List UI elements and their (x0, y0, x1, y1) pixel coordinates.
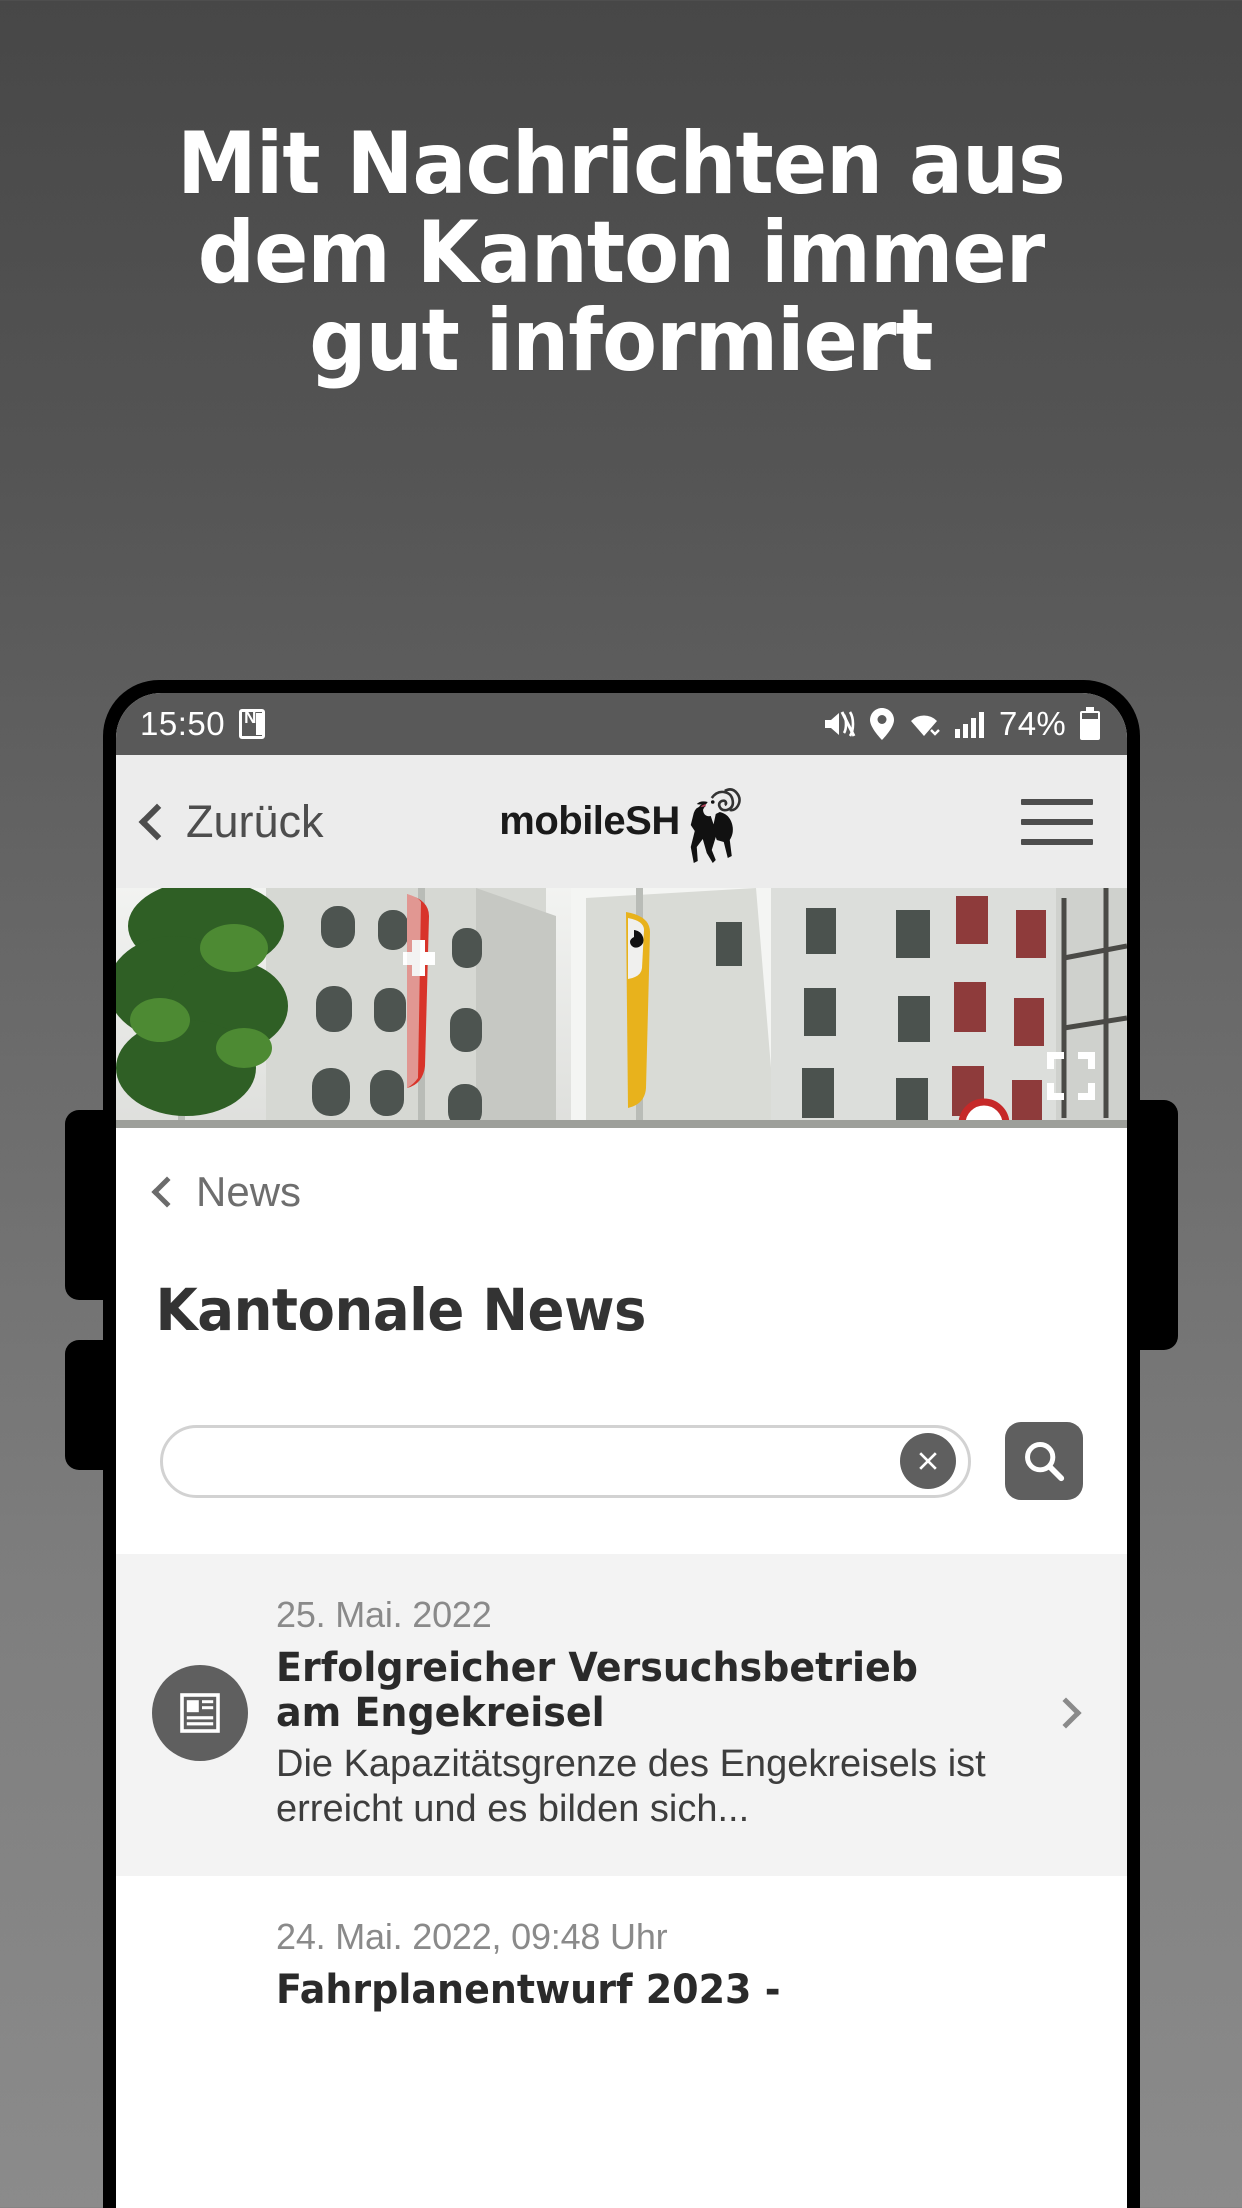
phone-screen: 15:50 N 74% Zurück mobileSH News Kantona… (116, 693, 1127, 2208)
hamburger-menu-icon[interactable] (1021, 798, 1093, 845)
search-field[interactable] (160, 1424, 971, 1498)
news-item-date: 25. Mai. 2022 (276, 1594, 492, 1635)
promo-line-3: gut informiert (309, 291, 933, 392)
status-bar: 15:50 N 74% (116, 693, 1127, 755)
promo-line-2: dem Kanton immer (197, 202, 1045, 303)
news-list-item[interactable]: 24. Mai. 2022, 09:48 Uhr Fahrplanentwurf… (116, 1876, 1127, 2064)
header-back-button[interactable]: Zurück (138, 795, 324, 848)
news-item-title: Erfolgreicher Versuchsbetrieb am Engekre… (276, 1645, 919, 1737)
search-icon (1025, 1442, 1065, 1482)
news-item-title: Fahrplanentwurf 2023 - (276, 1967, 781, 2014)
news-item-excerpt: Die Kapazitätsgrenze des Engekreisels is… (276, 1743, 986, 1831)
newspaper-glyph (180, 1693, 220, 1733)
breadcrumb-label: News (196, 1168, 302, 1215)
news-item-body: 25. Mai. 2022 Erfolgreicher Versuchsbetr… (276, 1594, 1029, 1832)
schaffhausen-ram-icon (690, 787, 741, 863)
brand-text: mobileSH (499, 799, 680, 843)
search-button[interactable] (1005, 1422, 1083, 1500)
news-item-date: 24. Mai. 2022, 09:48 Uhr (276, 1916, 668, 1958)
news-list-item[interactable]: 25. Mai. 2022 Erfolgreicher Versuchsbetr… (116, 1554, 1127, 1877)
battery-percent-label: 74% (999, 705, 1066, 742)
chevron-left-icon (138, 803, 176, 840)
breadcrumb[interactable]: News (116, 1128, 1127, 1216)
location-pin-icon (870, 708, 895, 740)
news-item-body: 24. Mai. 2022, 09:48 Uhr Fahrplanentwurf… (276, 1916, 1029, 2019)
promo-line-1: Mit Nachrichten aus (177, 114, 1066, 214)
fullscreen-expand-icon[interactable] (1047, 1052, 1095, 1100)
hero-illustration (116, 888, 1127, 1128)
onenote-icon (239, 708, 266, 739)
header-back-label: Zurück (186, 795, 324, 847)
chevron-right-icon (1050, 1697, 1082, 1729)
status-bar-indicators: 74% (823, 705, 1101, 743)
mute-vibrate-icon (825, 711, 856, 737)
hero-image[interactable] (116, 888, 1127, 1128)
battery-icon (1080, 707, 1100, 740)
clear-x-glyph (919, 1452, 937, 1470)
brand-logo[interactable]: mobileSH (499, 778, 743, 866)
app-header: Zurück mobileSH (116, 755, 1127, 888)
page-title: Kantonale News (155, 1276, 646, 1344)
clear-circle-icon[interactable] (900, 1433, 956, 1489)
phone-mockup: 15:50 N 74% Zurück mobileSH News Kantona… (65, 680, 1178, 2208)
page-content: News Kantonale News 25. Mai. 2022 Erfolg… (116, 1128, 1127, 2064)
newspaper-icon (152, 1665, 248, 1762)
search-row (116, 1344, 1127, 1554)
status-bar-notifications (239, 708, 266, 739)
phone-frame: 15:50 N 74% Zurück mobileSH News Kantona… (103, 680, 1140, 2208)
wifi-icon (911, 715, 940, 736)
chevron-left-icon (151, 1176, 183, 1208)
promo-headline: Mit Nachrichten aus dem Kanton immer gut… (43, 120, 1198, 386)
search-input[interactable] (191, 1441, 900, 1481)
signal-bars-icon (955, 712, 985, 738)
status-bar-clock: 15:50 (140, 705, 226, 742)
